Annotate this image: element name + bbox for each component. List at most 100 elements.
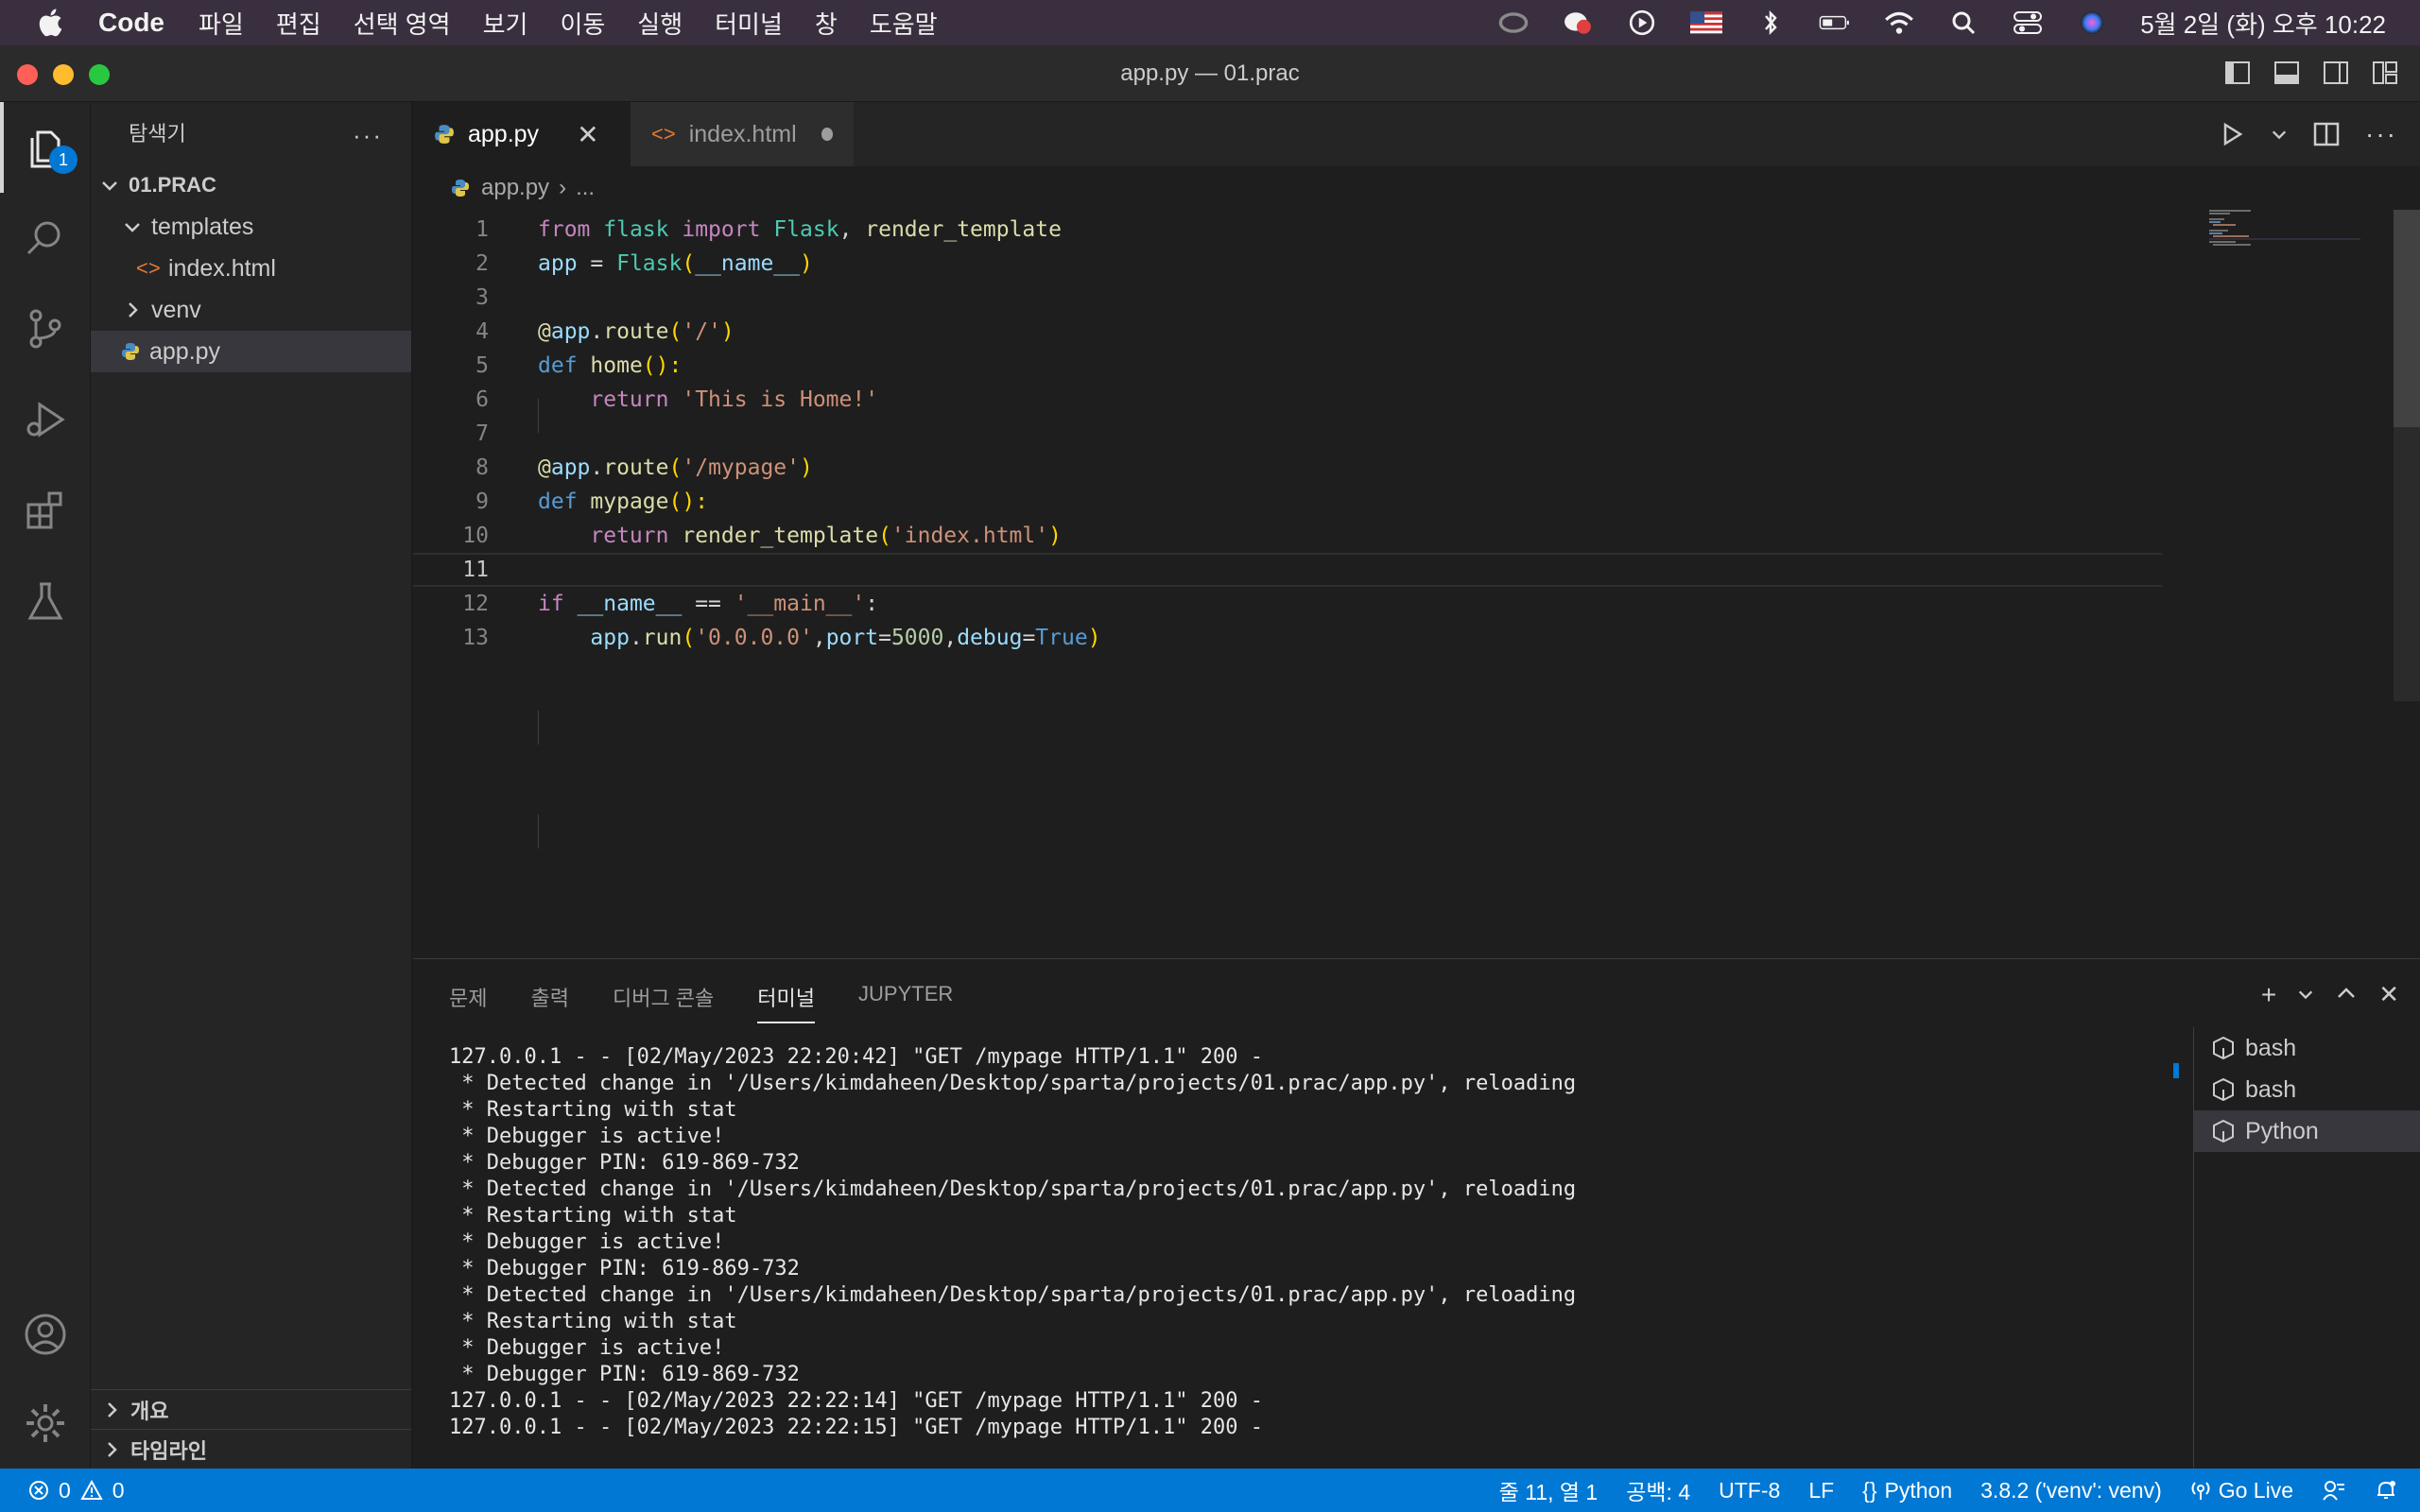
menu-help[interactable]: 도움말 <box>870 6 938 41</box>
error-icon <box>29 1481 48 1500</box>
go-live-button[interactable]: Go Live <box>2190 1478 2293 1503</box>
breadcrumb-file[interactable]: app.py <box>481 175 549 201</box>
python-file-icon <box>452 180 469 197</box>
menu-go[interactable]: 이동 <box>560 6 605 41</box>
terminal-line: * Debugger is active! <box>449 1336 725 1360</box>
language-mode[interactable]: {} Python <box>1862 1478 1952 1503</box>
sidebar-more-icon[interactable]: ··· <box>353 121 383 150</box>
chevron-down-icon[interactable] <box>2297 980 2314 1008</box>
unsaved-dot-icon[interactable] <box>821 128 833 141</box>
testing-activity[interactable] <box>0 556 91 646</box>
tab-debug-console[interactable]: 디버그 콘솔 <box>613 982 714 1023</box>
menu-edit[interactable]: 편집 <box>276 6 321 41</box>
eol-status[interactable]: LF <box>1808 1478 1834 1503</box>
breadcrumb-symbols[interactable]: ... <box>576 175 595 201</box>
terminal-item-python[interactable]: Python <box>2194 1110 2420 1152</box>
app-menu-code[interactable]: Code <box>98 8 164 38</box>
menu-selection[interactable]: 선택 영역 <box>354 6 451 41</box>
code-line-4: 4 @app.route('/') <box>413 315 2162 349</box>
tab-problems[interactable]: 문제 <box>449 982 487 1023</box>
code-line-7: 7 <box>413 417 2162 451</box>
file-app-py[interactable]: app.py <box>91 331 411 372</box>
creative-cloud-icon[interactable] <box>1497 9 1530 37</box>
toggle-primary-sidebar-icon[interactable] <box>2223 59 2252 87</box>
bluetooth-icon[interactable] <box>1754 9 1787 37</box>
indent-guide <box>538 815 539 849</box>
bottom-panel: 문제 출력 디버그 콘솔 터미널 JUPYTER + ✕ 127.0.0.1 -… <box>413 958 2420 1469</box>
tab-terminal[interactable]: 터미널 <box>757 982 816 1023</box>
menu-window[interactable]: 창 <box>815 6 838 41</box>
terminal-item-label: Python <box>2245 1117 2319 1144</box>
menu-terminal[interactable]: 터미널 <box>715 6 783 41</box>
explorer-activity[interactable]: 1 <box>0 102 91 193</box>
siri-icon[interactable] <box>2076 9 2108 37</box>
control-center-icon[interactable] <box>2012 9 2044 37</box>
notifications-bell-icon[interactable] <box>2375 1479 2397 1502</box>
terminal-item-label: bash <box>2245 1075 2297 1103</box>
tab-output[interactable]: 출력 <box>530 982 568 1023</box>
spotlight-search-icon[interactable] <box>1947 9 1979 37</box>
breadcrumb: app.py › ... <box>413 166 2209 210</box>
timeline-section[interactable]: 타임라인 <box>91 1429 411 1469</box>
python-interpreter[interactable]: 3.8.2 ('venv': venv) <box>1980 1478 2162 1503</box>
more-actions-icon[interactable]: ··· <box>2365 119 2397 149</box>
terminal-output[interactable]: 127.0.0.1 - - [02/May/2023 22:20:42] "GE… <box>449 1044 2169 1441</box>
html-file-icon: <> <box>651 122 676 146</box>
workspace-root[interactable]: 01.PRAC <box>91 164 411 206</box>
editor-scrollbar-thumb[interactable] <box>2394 210 2420 427</box>
terminal-item-bash-2[interactable]: bash <box>2194 1069 2420 1110</box>
file-index-html[interactable]: <> index.html <box>91 248 411 289</box>
folder-venv[interactable]: venv <box>91 289 411 331</box>
chevron-right-icon <box>129 302 138 318</box>
toggle-secondary-sidebar-icon[interactable] <box>2322 59 2350 87</box>
customize-layout-icon[interactable] <box>2371 59 2399 87</box>
tab-jupyter[interactable]: JUPYTER <box>858 982 953 1023</box>
code-text: from flask import Flask, render_template <box>538 217 1062 242</box>
manage-activity[interactable] <box>0 1378 91 1469</box>
outline-section[interactable]: 개요 <box>91 1389 411 1429</box>
menubar-clock[interactable]: 5월 2일 (화) 오후 10:22 <box>2140 6 2386 41</box>
tab-app-py[interactable]: app.py ✕ <box>413 102 631 166</box>
code-editor[interactable]: 1 from flask import Flask, render_templa… <box>413 210 2420 958</box>
maximize-panel-icon[interactable] <box>2335 980 2358 1008</box>
problems-status[interactable]: 0 0 <box>28 1478 125 1503</box>
folder-templates[interactable]: templates <box>91 206 411 248</box>
accounts-activity[interactable] <box>0 1289 91 1380</box>
terminal-item-bash-1[interactable]: bash <box>2194 1027 2420 1069</box>
editor-scrollbar[interactable] <box>2394 210 2420 701</box>
us-flag-icon[interactable] <box>1690 9 1723 37</box>
apple-icon[interactable] <box>36 7 68 39</box>
terminal-icon <box>2213 1037 2234 1059</box>
code-line-3: 3 <box>413 281 2162 315</box>
encoding-status[interactable]: UTF-8 <box>1719 1478 1780 1503</box>
search-activity[interactable] <box>0 193 91 284</box>
menu-run[interactable]: 실행 <box>637 6 683 41</box>
run-python-icon[interactable] <box>2218 120 2246 148</box>
new-terminal-icon[interactable]: + <box>2261 980 2276 1010</box>
menu-view[interactable]: 보기 <box>483 6 528 41</box>
battery-icon[interactable] <box>1819 9 1851 37</box>
source-control-activity[interactable] <box>0 284 91 374</box>
close-panel-icon[interactable]: ✕ <box>2378 980 2399 1010</box>
close-tab-icon[interactable]: ✕ <box>577 119 598 150</box>
menu-file[interactable]: 파일 <box>199 6 244 41</box>
code-text: app.run('0.0.0.0',port=5000,debug=True) <box>590 626 1101 650</box>
split-editor-icon[interactable] <box>2312 120 2341 148</box>
wifi-icon[interactable] <box>1883 9 1915 37</box>
indentation-status[interactable]: 공백: 4 <box>1626 1474 1690 1506</box>
run-debug-activity[interactable] <box>0 374 91 465</box>
status-bar: 0 0 줄 11, 열 1 공백: 4 UTF-8 LF {} Python 3… <box>0 1469 2420 1512</box>
sidebar-title: 탐색기 <box>129 122 186 146</box>
chevron-down-icon[interactable] <box>2271 126 2288 143</box>
explorer-badge: 1 <box>49 146 78 174</box>
search-icon <box>26 221 60 255</box>
play-circle-icon[interactable] <box>1626 9 1658 37</box>
tab-index-html[interactable]: <> index.html <box>631 102 854 166</box>
file-app-py-label: app.py <box>149 337 221 365</box>
feedback-icon[interactable] <box>2322 1479 2346 1502</box>
cursor-position[interactable]: 줄 11, 열 1 <box>1499 1474 1599 1506</box>
toggle-panel-icon[interactable] <box>2273 59 2301 87</box>
extensions-activity[interactable] <box>0 465 91 556</box>
minimap[interactable] <box>2171 210 2360 266</box>
chat-notification-icon[interactable] <box>1562 9 1594 37</box>
